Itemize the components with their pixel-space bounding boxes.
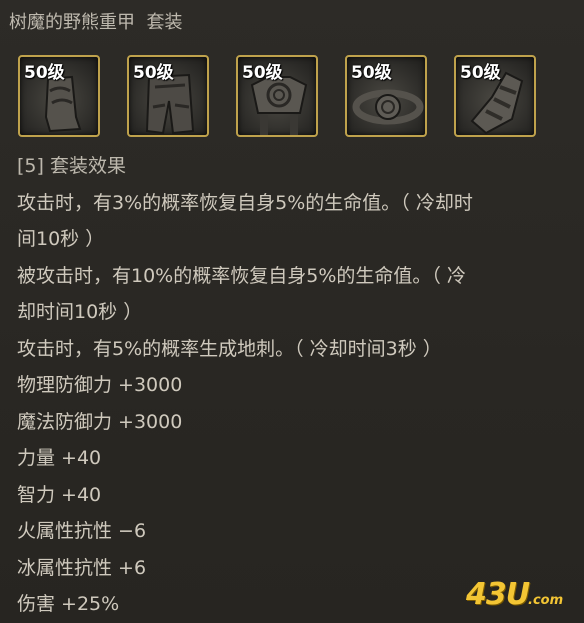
item-slot-leggings[interactable]: 50级 xyxy=(127,55,209,137)
stat-line: 火属性抗性 −6 xyxy=(17,520,147,542)
item-level: 50级 xyxy=(242,63,283,83)
set-title: 树魔的野熊重甲 套装 xyxy=(9,12,183,33)
watermark-number: 43U xyxy=(466,577,530,612)
stat-line: 力量 +40 xyxy=(17,447,102,469)
effect-line: 攻击时，有3%的概率恢复自身5%的生命值。（ 冷却时 xyxy=(17,191,473,214)
stat-line: 魔法防御力 +3000 xyxy=(17,410,183,433)
watermark-suffix: .com xyxy=(528,593,564,608)
item-slot-boots[interactable]: 50级 xyxy=(18,55,100,137)
effect-line: 被攻击时，有10%的概率恢复自身5%的生命值。（ 冷 xyxy=(17,264,466,287)
effect-line: 攻击时，有5%的概率生成地刺。（ 冷却时间3秒 ） xyxy=(17,337,442,360)
item-slot-chestplate[interactable]: 50级 xyxy=(236,55,318,137)
item-level: 50级 xyxy=(133,63,174,83)
item-level: 50级 xyxy=(24,63,65,83)
stat-line: 智力 +40 xyxy=(17,483,102,506)
item-slot-belt[interactable]: 50级 xyxy=(345,55,427,137)
item-slot-gauntlet[interactable]: 50级 xyxy=(454,55,536,137)
set-bonus-header: [5] 套装效果 xyxy=(17,155,126,177)
item-level: 50级 xyxy=(460,63,501,83)
stat-line: 物理防御力 +3000 xyxy=(17,374,183,396)
site-watermark-logo: 43U .com xyxy=(466,577,574,613)
effect-line: 却时间10秒 ） xyxy=(17,301,143,323)
effect-line: 间10秒 ） xyxy=(17,228,105,250)
item-level: 50级 xyxy=(351,63,392,83)
item-tooltip: 树魔的野熊重甲 套装 50级 50级 50级 50级 50级 [5] 套装效果 … xyxy=(0,0,584,623)
set-effects: [5] 套装效果 攻击时，有3%的概率恢复自身5%的生命值。（ 冷却时 间10秒… xyxy=(17,148,572,623)
